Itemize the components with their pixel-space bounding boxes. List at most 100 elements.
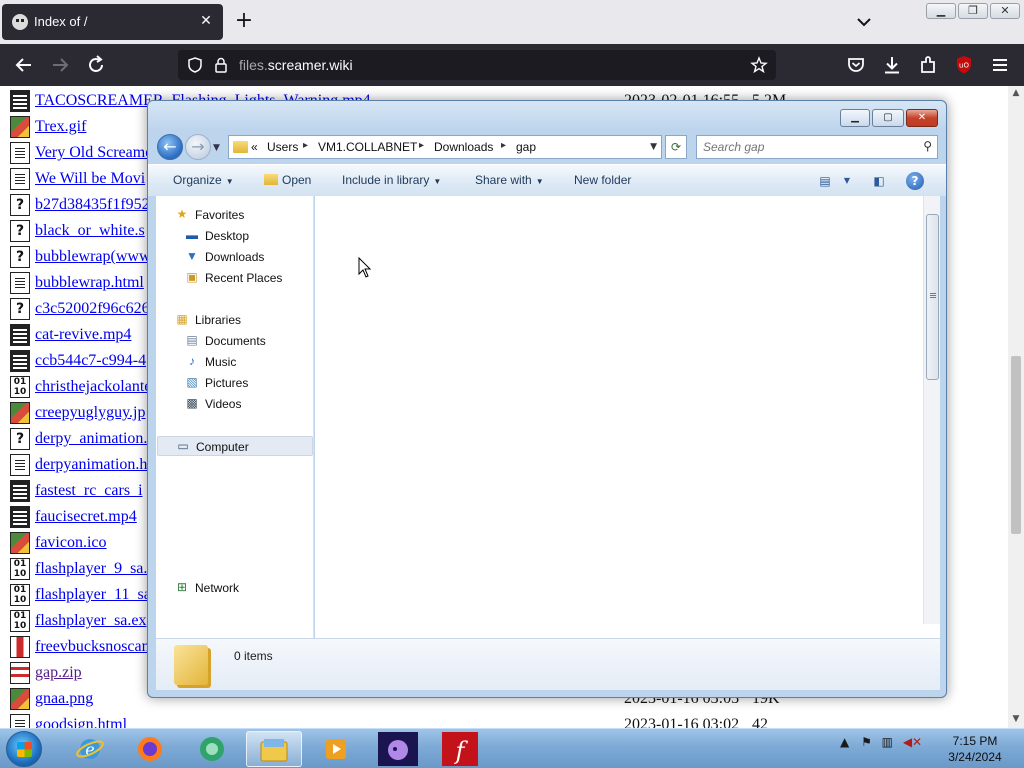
network-tray-icon[interactable]: ▥	[882, 735, 893, 749]
include-in-library-menu[interactable]: Include in library ▼	[342, 173, 441, 187]
extensions-icon[interactable]	[916, 53, 940, 77]
explorer-title-bar[interactable]: ▁ ▢ ✕	[148, 101, 946, 131]
ublock-icon[interactable]: uO	[952, 53, 976, 77]
pony-app-icon[interactable]	[370, 731, 426, 767]
file-link[interactable]: derpyanimation.h	[35, 456, 147, 474]
search-box[interactable]: ⚲	[696, 135, 938, 159]
nav-videos[interactable]: ▩ Videos	[184, 394, 304, 414]
nav-pictures[interactable]: ▧ Pictures	[184, 373, 304, 393]
file-list-scroll-thumb[interactable]	[926, 214, 939, 380]
file-link[interactable]: flashplayer_9_sa.	[35, 560, 147, 578]
breadcrumb-gap[interactable]: gap	[516, 140, 536, 154]
shield-icon[interactable]	[186, 56, 204, 74]
forward-arrow-icon[interactable]	[48, 53, 72, 77]
file-link[interactable]: gap.zip	[35, 664, 82, 682]
explorer-forward-button[interactable]: →	[185, 134, 211, 160]
url-text[interactable]: files.screamer.wiki	[239, 57, 353, 73]
file-link[interactable]: faucisecret.mp4	[35, 508, 137, 526]
nav-libraries[interactable]: ▦ Libraries	[174, 310, 304, 330]
file-link[interactable]: favicon.ico	[35, 534, 107, 552]
scroll-down-arrow[interactable]: ▼	[1011, 714, 1021, 724]
new-folder-button[interactable]: New folder	[574, 173, 631, 187]
tab-close-icon[interactable]: ✕	[197, 12, 215, 30]
scroll-up-arrow[interactable]: ▲	[1011, 88, 1021, 98]
file-link[interactable]: We Will be Movi	[35, 170, 145, 188]
page-scrollbar[interactable]: ▲ ▼	[1008, 86, 1024, 728]
file-link[interactable]: creepyuglyguy.jp	[35, 404, 145, 422]
url-bar[interactable]: files.screamer.wiki	[178, 50, 776, 80]
file-link[interactable]: bubblewrap(www	[35, 248, 151, 266]
nav-recent-places[interactable]: ▣ Recent Places	[184, 268, 304, 288]
show-hidden-icons-icon[interactable]: ▲	[840, 735, 849, 749]
change-view-icon[interactable]: ▤	[816, 172, 834, 190]
nav-network[interactable]: ⊞ Network	[174, 578, 304, 598]
breadcrumb-chevron-icon[interactable]: ▸	[419, 140, 424, 151]
file-link[interactable]: c3c52002f96c626	[35, 300, 150, 318]
refresh-icon[interactable]: ⟳	[665, 135, 687, 159]
file-link[interactable]: fastest_rc_cars_i	[35, 482, 143, 500]
breadcrumb-chevron-icon[interactable]: ▸	[303, 140, 308, 151]
page-scroll-thumb[interactable]	[1011, 356, 1021, 534]
action-center-flag-icon[interactable]: ⚑	[861, 735, 872, 749]
view-options-chevron-icon[interactable]: ▼	[838, 172, 856, 190]
nav-favorites[interactable]: ★ Favorites	[174, 205, 304, 225]
lock-icon[interactable]	[212, 56, 230, 74]
file-link[interactable]: freevbucksnoscan	[35, 638, 150, 656]
breadcrumb-overflow[interactable]: «	[251, 140, 258, 154]
nav-documents[interactable]: ▤ Documents	[184, 331, 304, 351]
preview-pane-icon[interactable]: ◧	[870, 172, 888, 190]
help-icon[interactable]: ?	[906, 172, 924, 190]
new-tab-button[interactable]: +	[232, 10, 256, 34]
firefox-icon[interactable]	[122, 731, 178, 767]
file-link[interactable]: goodsign.html	[35, 716, 127, 728]
hamburger-menu-icon[interactable]	[988, 53, 1012, 77]
download-icon[interactable]	[880, 53, 904, 77]
breadcrumb-downloads[interactable]: Downloads	[434, 140, 493, 154]
nav-desktop[interactable]: ▬ Desktop	[184, 226, 304, 246]
file-link[interactable]: black_or_white.s	[35, 222, 145, 240]
file-link[interactable]: Trex.gif	[35, 118, 86, 136]
organize-menu[interactable]: Organize ▼	[173, 173, 234, 187]
file-link[interactable]: ccb544c7-c994-4	[35, 352, 146, 370]
explorer-maximize-button[interactable]: ▢	[872, 109, 904, 127]
list-all-tabs-icon[interactable]	[854, 12, 874, 32]
address-bar[interactable]: « Users ▸ VM1.COLLABNET ▸ Downloads ▸ ga…	[228, 135, 662, 159]
back-arrow-icon[interactable]	[12, 53, 36, 77]
search-icon[interactable]: ⚲	[923, 139, 932, 153]
file-link[interactable]: cat-revive.mp4	[35, 326, 131, 344]
share-with-menu[interactable]: Share with ▼	[475, 173, 544, 187]
file-link[interactable]: derpy_animation.	[35, 430, 147, 448]
file-link[interactable]: flashplayer_11_sa	[35, 586, 151, 604]
explorer-minimize-button[interactable]: ▁	[840, 109, 870, 127]
browser-tab[interactable]: Index of / ✕	[2, 4, 223, 40]
breadcrumb-users[interactable]: Users	[267, 140, 298, 154]
nav-computer[interactable]: ▭ Computer	[157, 436, 313, 456]
pocket-icon[interactable]	[844, 53, 868, 77]
breadcrumb-vm1[interactable]: VM1.COLLABNET	[318, 140, 417, 154]
open-button[interactable]: Open	[264, 173, 311, 187]
file-link[interactable]: gnaa.png	[35, 690, 93, 708]
recent-pages-chevron-icon[interactable]: ▼	[213, 143, 220, 153]
address-dropdown-icon[interactable]: ▼	[650, 142, 657, 152]
file-link[interactable]: b27d38435f1f952	[35, 196, 150, 214]
reload-icon[interactable]	[84, 53, 108, 77]
internet-explorer-icon[interactable]: e	[62, 731, 118, 767]
clock[interactable]: 7:15 PM 3/24/2024	[940, 733, 1010, 765]
file-list-scrollbar[interactable]	[923, 196, 940, 624]
file-link[interactable]: bubblewrap.html	[35, 274, 144, 292]
explorer-back-button[interactable]: ←	[157, 134, 183, 160]
media-player-icon[interactable]	[308, 731, 364, 767]
file-link[interactable]: flashplayer_sa.ex	[35, 612, 147, 630]
breadcrumb-chevron-icon[interactable]: ▸	[501, 140, 506, 151]
green-app-icon[interactable]	[184, 731, 240, 767]
flash-player-icon[interactable]: f	[432, 731, 488, 767]
close-window-button[interactable]: ✕	[990, 3, 1020, 19]
restore-button[interactable]: ❐	[958, 3, 988, 19]
file-list-area[interactable]	[315, 196, 940, 638]
start-button[interactable]	[6, 731, 42, 767]
minimize-button[interactable]: ▁	[926, 3, 956, 19]
file-link[interactable]: christhejackolante	[35, 378, 151, 396]
bookmark-star-icon[interactable]	[750, 56, 768, 74]
nav-downloads[interactable]: ▼ Downloads	[184, 247, 304, 267]
search-input[interactable]	[703, 139, 903, 155]
